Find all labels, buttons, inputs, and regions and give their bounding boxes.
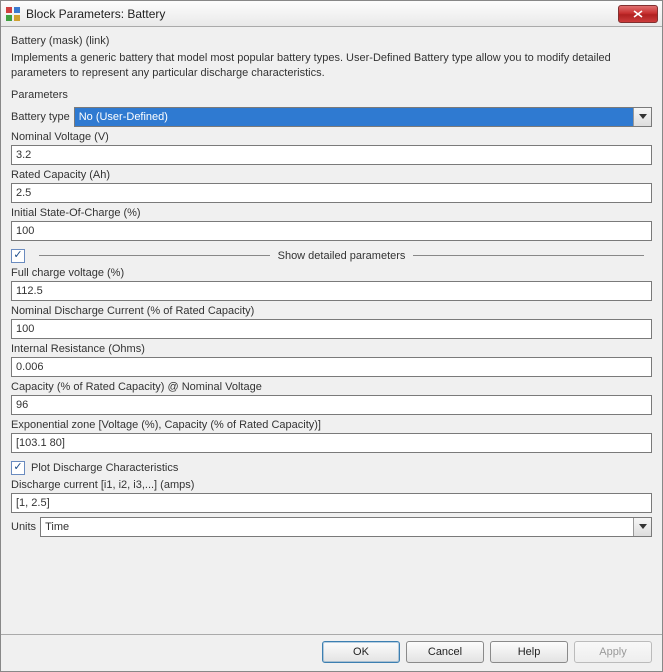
full-charge-voltage-input[interactable]: 112.5: [11, 281, 652, 301]
plot-discharge-row: Plot Discharge Characteristics: [11, 461, 652, 475]
description-text: Implements a generic battery that model …: [11, 51, 652, 81]
units-label: Units: [11, 521, 36, 533]
exponential-zone-field: Exponential zone [Voltage (%), Capacity …: [11, 419, 652, 453]
battery-type-row: Battery type No (User-Defined): [11, 107, 652, 127]
nominal-discharge-current-field: Nominal Discharge Current (% of Rated Ca…: [11, 305, 652, 339]
titlebar: Block Parameters: Battery: [1, 1, 662, 27]
units-row: Units Time: [11, 517, 652, 537]
nominal-voltage-label: Nominal Voltage (V): [11, 131, 652, 143]
plot-discharge-label: Plot Discharge Characteristics: [31, 462, 178, 474]
cancel-button[interactable]: Cancel: [406, 641, 484, 663]
apply-button: Apply: [574, 641, 652, 663]
battery-type-label: Battery type: [11, 111, 70, 123]
discharge-current-field: Discharge current [i1, i2, i3,...] (amps…: [11, 479, 652, 513]
battery-type-select[interactable]: No (User-Defined): [74, 107, 652, 127]
divider-left: [39, 255, 270, 256]
parameters-heading: Parameters: [11, 89, 652, 101]
show-detailed-checkbox[interactable]: [11, 249, 25, 263]
units-select[interactable]: Time: [40, 517, 652, 537]
chevron-down-icon[interactable]: [633, 518, 651, 536]
window-title: Block Parameters: Battery: [26, 7, 618, 21]
show-detailed-row: Show detailed parameters: [11, 249, 652, 263]
full-charge-voltage-label: Full charge voltage (%): [11, 267, 652, 279]
rated-capacity-label: Rated Capacity (Ah): [11, 169, 652, 181]
initial-soc-field: Initial State-Of-Charge (%) 100: [11, 207, 652, 241]
show-detailed-label: Show detailed parameters: [278, 250, 406, 262]
divider-right: [413, 255, 644, 256]
battery-type-value: No (User-Defined): [79, 111, 168, 123]
plot-discharge-checkbox[interactable]: [11, 461, 25, 475]
internal-resistance-input[interactable]: 0.006: [11, 357, 652, 377]
app-icon: [5, 6, 21, 22]
capacity-nominal-voltage-field: Capacity (% of Rated Capacity) @ Nominal…: [11, 381, 652, 415]
ok-button[interactable]: OK: [322, 641, 400, 663]
close-button[interactable]: [618, 5, 658, 23]
exponential-zone-input[interactable]: [103.1 80]: [11, 433, 652, 453]
units-value: Time: [45, 521, 69, 533]
nominal-discharge-current-input[interactable]: 100: [11, 319, 652, 339]
nominal-voltage-field: Nominal Voltage (V) 3.2: [11, 131, 652, 165]
nominal-voltage-input[interactable]: 3.2: [11, 145, 652, 165]
nominal-discharge-current-label: Nominal Discharge Current (% of Rated Ca…: [11, 305, 652, 317]
initial-soc-label: Initial State-Of-Charge (%): [11, 207, 652, 219]
discharge-current-label: Discharge current [i1, i2, i3,...] (amps…: [11, 479, 652, 491]
capacity-nominal-voltage-label: Capacity (% of Rated Capacity) @ Nominal…: [11, 381, 652, 393]
dialog-window: Block Parameters: Battery Battery (mask)…: [0, 0, 663, 672]
help-button[interactable]: Help: [490, 641, 568, 663]
rated-capacity-input[interactable]: 2.5: [11, 183, 652, 203]
internal-resistance-label: Internal Resistance (Ohms): [11, 343, 652, 355]
initial-soc-input[interactable]: 100: [11, 221, 652, 241]
rated-capacity-field: Rated Capacity (Ah) 2.5: [11, 169, 652, 203]
capacity-nominal-voltage-input[interactable]: 96: [11, 395, 652, 415]
button-bar: OK Cancel Help Apply: [1, 634, 662, 671]
mask-heading: Battery (mask) (link): [11, 35, 652, 47]
discharge-current-input[interactable]: [1, 2.5]: [11, 493, 652, 513]
chevron-down-icon[interactable]: [633, 108, 651, 126]
internal-resistance-field: Internal Resistance (Ohms) 0.006: [11, 343, 652, 377]
exponential-zone-label: Exponential zone [Voltage (%), Capacity …: [11, 419, 652, 431]
full-charge-voltage-field: Full charge voltage (%) 112.5: [11, 267, 652, 301]
content-area: Battery (mask) (link) Implements a gener…: [1, 27, 662, 634]
